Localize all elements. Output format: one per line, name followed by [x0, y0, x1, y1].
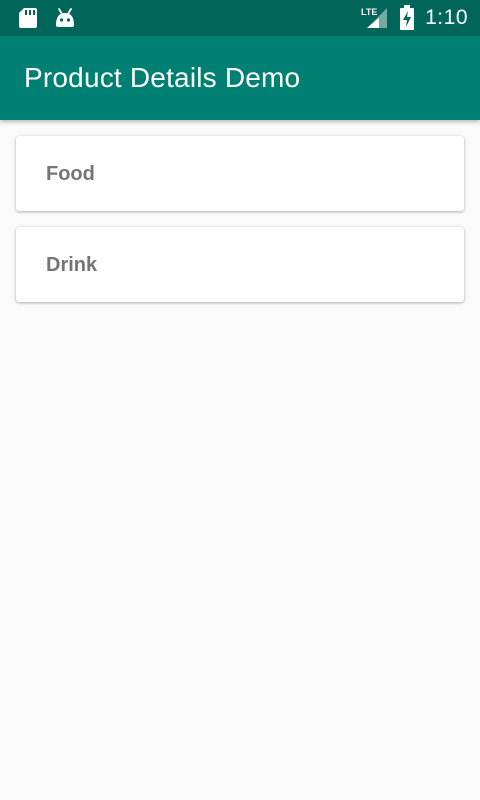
android-icon — [54, 7, 76, 29]
notification-icons — [18, 7, 76, 29]
battery-charging-icon — [399, 5, 415, 31]
system-icons: LTE 1:10 — [361, 5, 468, 31]
app-title: Product Details Demo — [24, 62, 301, 93]
status-bar: LTE 1:10 — [0, 0, 480, 36]
sd-card-icon — [18, 7, 38, 29]
category-list: Food Drink — [0, 120, 480, 800]
category-label: Drink — [46, 254, 98, 276]
status-time: 1:10 — [425, 6, 468, 29]
category-card-food[interactable]: Food — [16, 136, 464, 211]
lte-signal-icon: LTE — [361, 6, 389, 30]
app-bar: Product Details Demo — [0, 36, 480, 120]
network-type-label: LTE — [361, 7, 377, 17]
category-card-drink[interactable]: Drink — [16, 227, 464, 302]
category-label: Food — [46, 163, 95, 185]
